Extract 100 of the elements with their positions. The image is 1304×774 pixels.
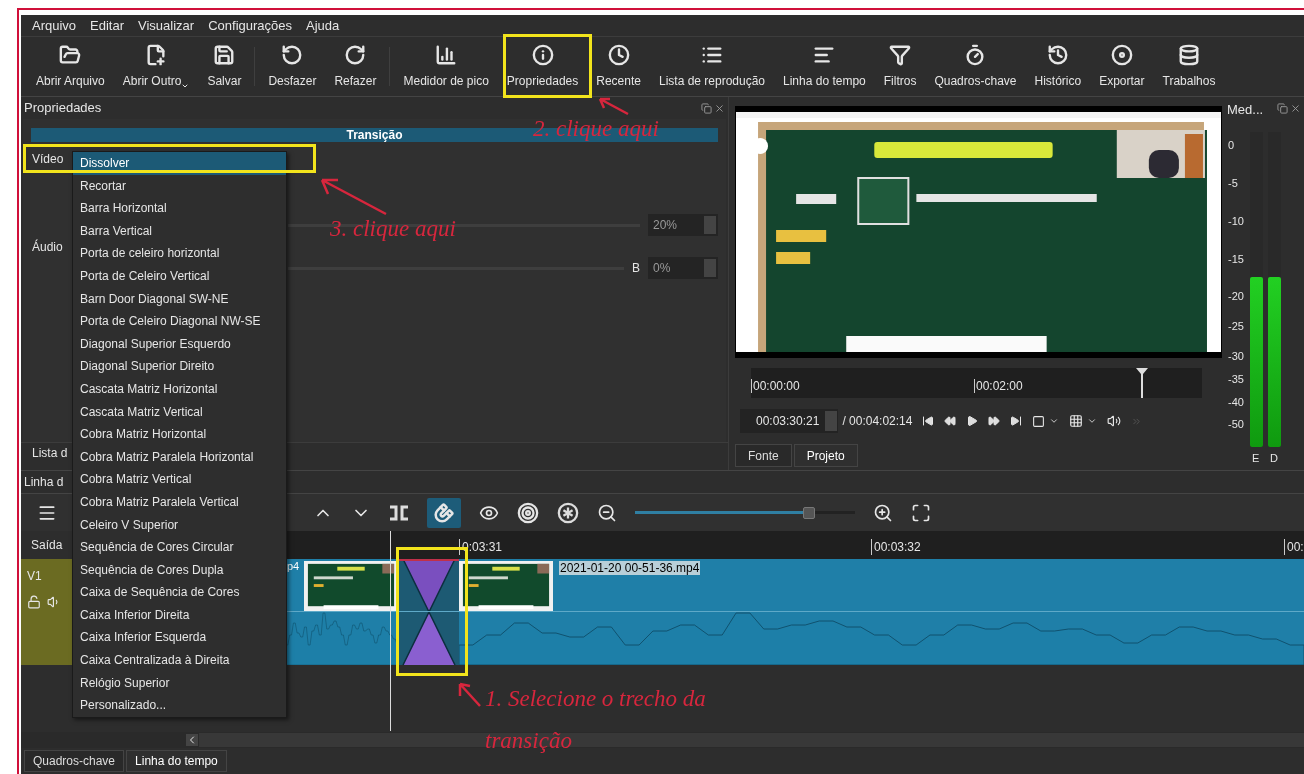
square-icon[interactable]	[1032, 414, 1046, 428]
volume-icon[interactable]	[1107, 414, 1122, 428]
scale-label: -25	[1228, 319, 1244, 334]
caret-icon[interactable]	[1049, 416, 1060, 426]
close-icon[interactable]	[1290, 103, 1301, 114]
video-clip[interactable]: 2021-01-20 00-51-36.mp4	[459, 559, 1304, 665]
clock-icon	[607, 43, 630, 66]
spin-box[interactable]: 20%	[648, 214, 718, 236]
channel-label: D	[1270, 451, 1278, 466]
menu-item[interactable]: Cobra Matriz Vertical	[73, 468, 286, 491]
spin-box[interactable]: 0%	[648, 257, 718, 279]
field-label: B	[632, 260, 640, 277]
timecode-field[interactable]: 00:03:30:21	[740, 409, 839, 433]
play-icon[interactable]	[966, 415, 979, 427]
target-icon[interactable]	[517, 501, 539, 524]
toolbar-button[interactable]: Abrir Outro	[113, 37, 199, 96]
time-label: 00:02:00	[974, 379, 1023, 393]
menu-item[interactable]: Caixa Inferior Esquerda	[73, 626, 286, 650]
menu-item[interactable]: Editar	[90, 15, 125, 36]
toolbar-button[interactable]: Propriedades	[497, 37, 588, 96]
menu-item[interactable]: Barn Door Diagonal SW-NE	[73, 287, 286, 311]
zoom-out-icon[interactable]	[597, 502, 617, 523]
skip-back-icon[interactable]	[922, 415, 935, 427]
menu-item[interactable]: Sequência de Cores Circular	[73, 536, 286, 559]
menu-item[interactable]: Cascata Matriz Vertical	[73, 400, 286, 424]
float-icon[interactable]	[701, 102, 712, 114]
panel-title: Propriedades	[24, 99, 102, 118]
toolbar-button[interactable]: Lista de reprodução	[649, 37, 775, 96]
tab[interactable]: Quadros-chave	[24, 750, 125, 772]
toolbar-button[interactable]: Filtros	[874, 37, 926, 96]
toolbar-button[interactable]: Medidor de pico	[394, 37, 498, 96]
file-plus-icon	[145, 43, 168, 66]
menu-item[interactable]: Cascata Matriz Horizontal	[73, 377, 286, 401]
menu-item[interactable]: Cobra Matriz Horizontal	[73, 423, 286, 446]
split-icon[interactable]	[389, 504, 409, 521]
scroll-left-icon[interactable]	[186, 734, 198, 746]
menu-item[interactable]: Sequência de Cores Dupla	[73, 558, 286, 582]
menu-item[interactable]: Barra Vertical	[73, 219, 286, 243]
menu-item[interactable]: Ajuda	[306, 15, 340, 36]
menu-item[interactable]: Celeiro V Superior	[73, 513, 286, 537]
float-icon[interactable]	[1277, 103, 1288, 114]
scrubber[interactable]: 00:00:00 00:02:00	[751, 368, 1202, 398]
zoom-slider[interactable]	[635, 505, 855, 520]
grid-icon[interactable]	[1069, 414, 1084, 428]
scale-label: 0	[1228, 138, 1235, 153]
menu-item[interactable]: Diagonal Superior Esquerdo	[73, 332, 286, 356]
fast-forward-icon[interactable]	[988, 415, 1001, 427]
scale-label: -30	[1228, 349, 1244, 364]
fit-icon[interactable]	[911, 502, 931, 523]
annotation-text: 3. clique aqui	[330, 215, 456, 243]
arrow-icon	[596, 96, 630, 116]
menu-item[interactable]: Personalizado...	[73, 694, 286, 717]
asterisk-icon[interactable]	[557, 501, 579, 524]
disc-icon	[1110, 43, 1133, 66]
tab[interactable]: Projeto	[793, 444, 858, 467]
video-clip[interactable]: p4	[286, 559, 399, 665]
transition-clip[interactable]	[399, 559, 459, 665]
skip-forward-icon[interactable]	[1010, 415, 1023, 427]
menu-item[interactable]: Porta de Celeiro Diagonal NW-SE	[73, 310, 286, 333]
menu-item[interactable]: Visualizar	[138, 15, 195, 36]
rewind-icon[interactable]	[944, 415, 957, 427]
save-icon	[213, 43, 236, 66]
menu-item[interactable]: Cobra Matriz Paralela Vertical	[73, 490, 286, 514]
toolbar-button[interactable]: Abrir Arquivo	[27, 37, 114, 96]
toolbar-button[interactable]: Trabalhos	[1153, 37, 1225, 96]
toolbar-button[interactable]: Quadros-chave	[925, 37, 1026, 96]
menu-item[interactable]: Relógio Superior	[73, 671, 286, 695]
duration-label: / 00:04:02:14	[842, 413, 913, 430]
field-label: Áudio	[32, 238, 63, 256]
close-icon[interactable]	[714, 102, 725, 114]
menu-item[interactable]: Diagonal Superior Direito	[73, 355, 286, 378]
zoom-in-icon[interactable]	[873, 502, 893, 523]
tab[interactable]: Lista d	[24, 443, 76, 463]
menu-item[interactable]: Cobra Matriz Paralela Horizontal	[73, 445, 286, 469]
toolbar-button[interactable]: Linha do tempo	[774, 37, 875, 96]
toolbar-button[interactable]: Exportar	[1090, 37, 1154, 96]
snap-button[interactable]	[427, 497, 461, 528]
menu-item[interactable]: Barra Horizontal	[73, 197, 286, 220]
playhead-icon[interactable]	[1136, 368, 1148, 398]
scale-label: -50	[1228, 417, 1244, 432]
field-label: Vídeo	[32, 151, 64, 168]
menu-item[interactable]: Configurações	[208, 15, 292, 36]
toolbar-button[interactable]: Refazer	[325, 37, 386, 96]
menu-item[interactable]: Arquivo	[32, 15, 77, 36]
toolbar-button[interactable]: Salvar	[198, 37, 251, 96]
menu-item[interactable]: Porta de Celeiro Vertical	[73, 264, 286, 288]
lock-icon[interactable]	[27, 595, 41, 609]
toolbar-button[interactable]: Desfazer	[259, 37, 326, 96]
menu-item[interactable]: Porta de celeiro horizontal	[73, 242, 286, 265]
scale-label: -10	[1228, 214, 1244, 229]
toolbar-button[interactable]: Recente	[587, 37, 650, 96]
menu-item[interactable]: Recortar	[73, 174, 286, 198]
caret-icon[interactable]	[1087, 416, 1098, 426]
tab[interactable]: Fonte	[735, 444, 792, 467]
folder-icon	[59, 43, 82, 66]
menu-item[interactable]: Caixa Inferior Direita	[73, 603, 286, 627]
tab[interactable]: Linha do tempo	[126, 750, 227, 772]
toolbar-button[interactable]: Histórico	[1025, 37, 1091, 96]
menu-item[interactable]: Caixa de Sequência de Cores	[73, 581, 286, 604]
scale-label: -15	[1228, 252, 1244, 267]
